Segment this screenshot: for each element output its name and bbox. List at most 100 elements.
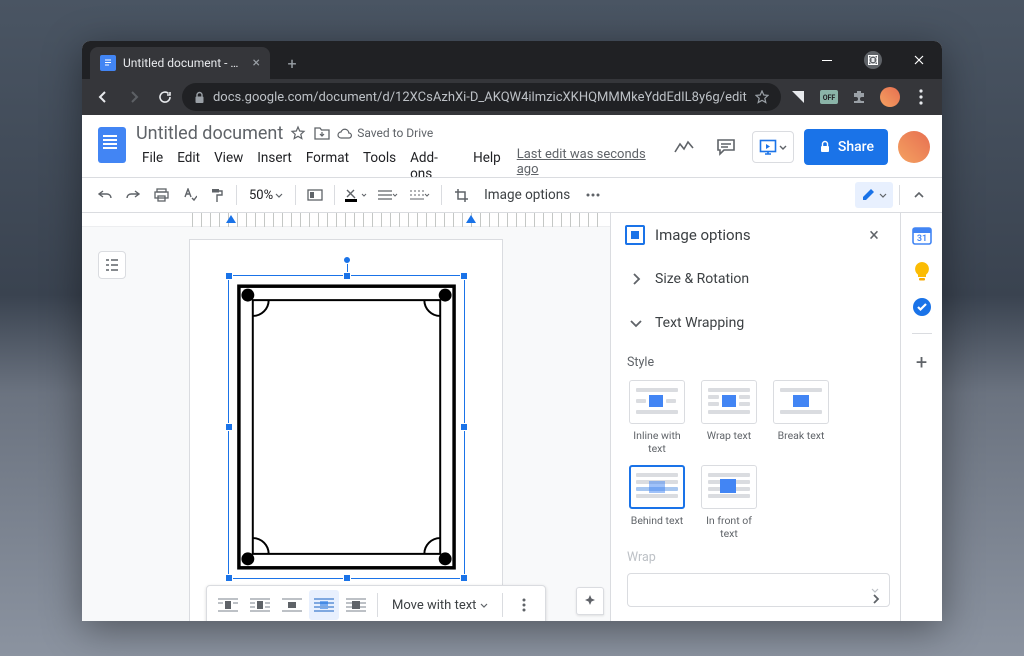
resize-handle-bl[interactable] — [225, 574, 233, 582]
crop-button[interactable] — [448, 182, 474, 208]
extension-icon-1[interactable] — [785, 83, 812, 111]
ruler[interactable] — [82, 213, 610, 227]
chrome-menu-button[interactable] — [907, 83, 934, 111]
url-field[interactable]: docs.google.com/document/d/12XCsAzhXi-D_… — [182, 83, 781, 111]
float-more-button[interactable] — [509, 590, 539, 620]
docs-logo[interactable] — [94, 121, 130, 169]
comments-icon[interactable] — [710, 131, 742, 163]
move-icon[interactable] — [313, 124, 331, 142]
resize-handle-tl[interactable] — [225, 272, 233, 280]
print-button[interactable] — [148, 182, 174, 208]
border-weight-button[interactable] — [373, 182, 403, 208]
star-icon[interactable] — [289, 124, 307, 142]
wrap-option-front[interactable]: In front of text — [699, 465, 759, 540]
chevron-down-icon — [627, 314, 645, 332]
canvas[interactable]: Move with text — [82, 227, 610, 621]
frame-image-content — [229, 276, 464, 578]
calendar-addon-icon[interactable]: 31 — [912, 225, 932, 245]
resize-handle-mr[interactable] — [460, 423, 468, 431]
document-title[interactable]: Untitled document — [136, 123, 283, 144]
wrap-style-grid: Inline with text Wrap text Break text — [627, 380, 890, 540]
share-button[interactable]: Share — [804, 129, 888, 165]
present-button[interactable] — [752, 131, 794, 163]
docs-header: Untitled document Saved to Drive File Ed… — [82, 115, 942, 177]
chevron-down-icon — [779, 145, 787, 150]
wrap-front-button[interactable] — [341, 590, 371, 620]
wrap-option-breaktext[interactable]: Break text — [771, 380, 831, 455]
resize-handle-tr[interactable] — [460, 272, 468, 280]
panel-close-button[interactable]: × — [862, 223, 886, 247]
profile-avatar[interactable] — [877, 83, 904, 111]
saved-status[interactable]: Saved to Drive — [337, 126, 433, 140]
style-label: Style — [627, 355, 890, 370]
tab-title: Untitled document - Google Docs — [123, 56, 246, 70]
svg-text:31: 31 — [916, 234, 926, 244]
selected-image[interactable] — [228, 275, 465, 579]
new-tab-button[interactable]: + — [278, 49, 306, 77]
paint-format-button[interactable] — [204, 182, 230, 208]
document-area: Move with text — [82, 213, 610, 621]
position-dropdown[interactable]: Move with text — [384, 598, 496, 613]
redo-button[interactable] — [120, 182, 146, 208]
resize-handle-br[interactable] — [460, 574, 468, 582]
wrap-option-inline[interactable]: Inline with text — [627, 380, 687, 455]
account-avatar[interactable] — [898, 131, 930, 163]
back-button[interactable] — [90, 83, 117, 111]
reload-button[interactable] — [151, 83, 178, 111]
rotation-handle[interactable] — [343, 256, 351, 264]
wrap-wraptext-button[interactable] — [245, 590, 275, 620]
docs-favicon — [100, 55, 116, 71]
ruler-right-indent[interactable] — [466, 215, 476, 223]
add-addon-button[interactable]: + — [916, 350, 927, 374]
ruler-left-indent[interactable] — [226, 215, 236, 223]
collapse-toolbar-button[interactable] — [906, 182, 932, 208]
page[interactable] — [189, 239, 503, 621]
wrap-option-behind[interactable]: Behind text — [627, 465, 687, 540]
close-window-button[interactable] — [896, 41, 942, 79]
border-dash-button[interactable] — [405, 182, 435, 208]
explore-button[interactable] — [576, 587, 604, 615]
chevron-right-icon — [627, 270, 645, 288]
keep-addon-icon[interactable] — [912, 261, 932, 281]
image-options-toolbar-button[interactable]: Image options — [476, 182, 578, 208]
chrome-window: Untitled document - Google Docs × + docs… — [82, 41, 942, 621]
lock-icon — [194, 91, 205, 104]
wrap-dropdown[interactable] — [627, 573, 890, 607]
chevron-down-icon — [879, 193, 887, 198]
minimize-button[interactable] — [804, 41, 850, 79]
zoom-dropdown[interactable]: 50% — [243, 188, 289, 203]
panel-body: Size & Rotation Text Wrapping Style Inli — [611, 257, 900, 621]
tasks-addon-icon[interactable] — [912, 297, 932, 317]
wrap-behind-button[interactable] — [309, 590, 339, 620]
browser-tab[interactable]: Untitled document - Google Docs × — [90, 47, 270, 79]
close-tab-icon[interactable]: × — [253, 55, 260, 71]
section-text-wrapping[interactable]: Text Wrapping — [621, 301, 896, 345]
resize-handle-tm[interactable] — [343, 272, 351, 280]
outline-toggle-button[interactable] — [98, 251, 126, 279]
browser-titlebar: Untitled document - Google Docs × + — [82, 41, 942, 79]
border-color-button[interactable] — [341, 182, 371, 208]
wrap-break-button[interactable] — [277, 590, 307, 620]
resize-handle-ml[interactable] — [225, 423, 233, 431]
forward-button[interactable] — [121, 83, 148, 111]
panel-collapse-button[interactable] — [862, 585, 890, 613]
undo-button[interactable] — [92, 182, 118, 208]
resize-handle-bm[interactable] — [343, 574, 351, 582]
image-adjust-button[interactable] — [302, 182, 328, 208]
address-bar: docs.google.com/document/d/12XCsAzhXi-D_… — [82, 79, 942, 115]
editing-mode-button[interactable] — [855, 182, 893, 208]
panel-title: Image options — [655, 226, 852, 244]
side-addons-bar: 31 + — [900, 213, 942, 621]
extension-icon-2[interactable]: OFF — [815, 83, 842, 111]
wrap-option-wraptext[interactable]: Wrap text — [699, 380, 759, 455]
more-toolbar-button[interactable] — [580, 182, 606, 208]
url-text: docs.google.com/document/d/12XCsAzhXi-D_… — [213, 90, 747, 105]
wrap-inline-button[interactable] — [213, 590, 243, 620]
activity-icon[interactable] — [668, 131, 700, 163]
image-icon — [625, 225, 645, 245]
extensions-button[interactable] — [846, 83, 873, 111]
spellcheck-button[interactable] — [176, 182, 202, 208]
bookmark-star-icon[interactable] — [755, 90, 769, 104]
section-size-rotation[interactable]: Size & Rotation — [621, 257, 896, 301]
maximize-button[interactable] — [850, 41, 896, 79]
